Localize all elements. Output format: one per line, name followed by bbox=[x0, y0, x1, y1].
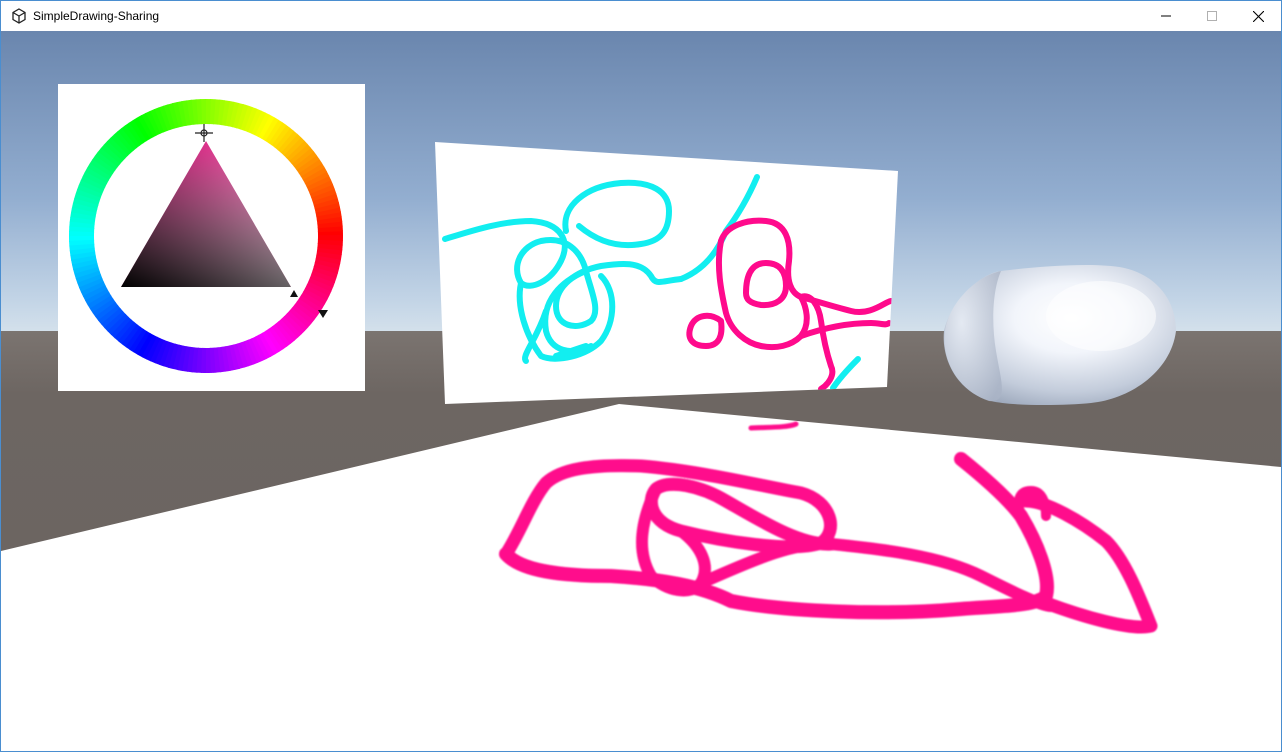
app-window: SimpleDrawing-Sharing bbox=[0, 0, 1282, 752]
close-button[interactable] bbox=[1235, 1, 1281, 31]
unity-icon bbox=[12, 8, 26, 24]
scene-render[interactable] bbox=[1, 31, 1281, 751]
window-controls bbox=[1143, 1, 1281, 31]
window-title: SimpleDrawing-Sharing bbox=[33, 9, 160, 23]
drawing-canvas[interactable] bbox=[435, 142, 898, 404]
maximize-button[interactable] bbox=[1189, 1, 1235, 31]
capsule[interactable] bbox=[943, 264, 1176, 406]
maximize-icon bbox=[1207, 11, 1217, 21]
minimize-button[interactable] bbox=[1143, 1, 1189, 31]
color-picker-panel[interactable] bbox=[58, 84, 365, 391]
title-bar[interactable]: SimpleDrawing-Sharing bbox=[1, 1, 1281, 31]
hue-ring-segment bbox=[317, 235, 344, 241]
close-icon bbox=[1252, 10, 1264, 22]
minimize-icon bbox=[1161, 15, 1171, 17]
game-viewport[interactable] bbox=[1, 31, 1281, 751]
